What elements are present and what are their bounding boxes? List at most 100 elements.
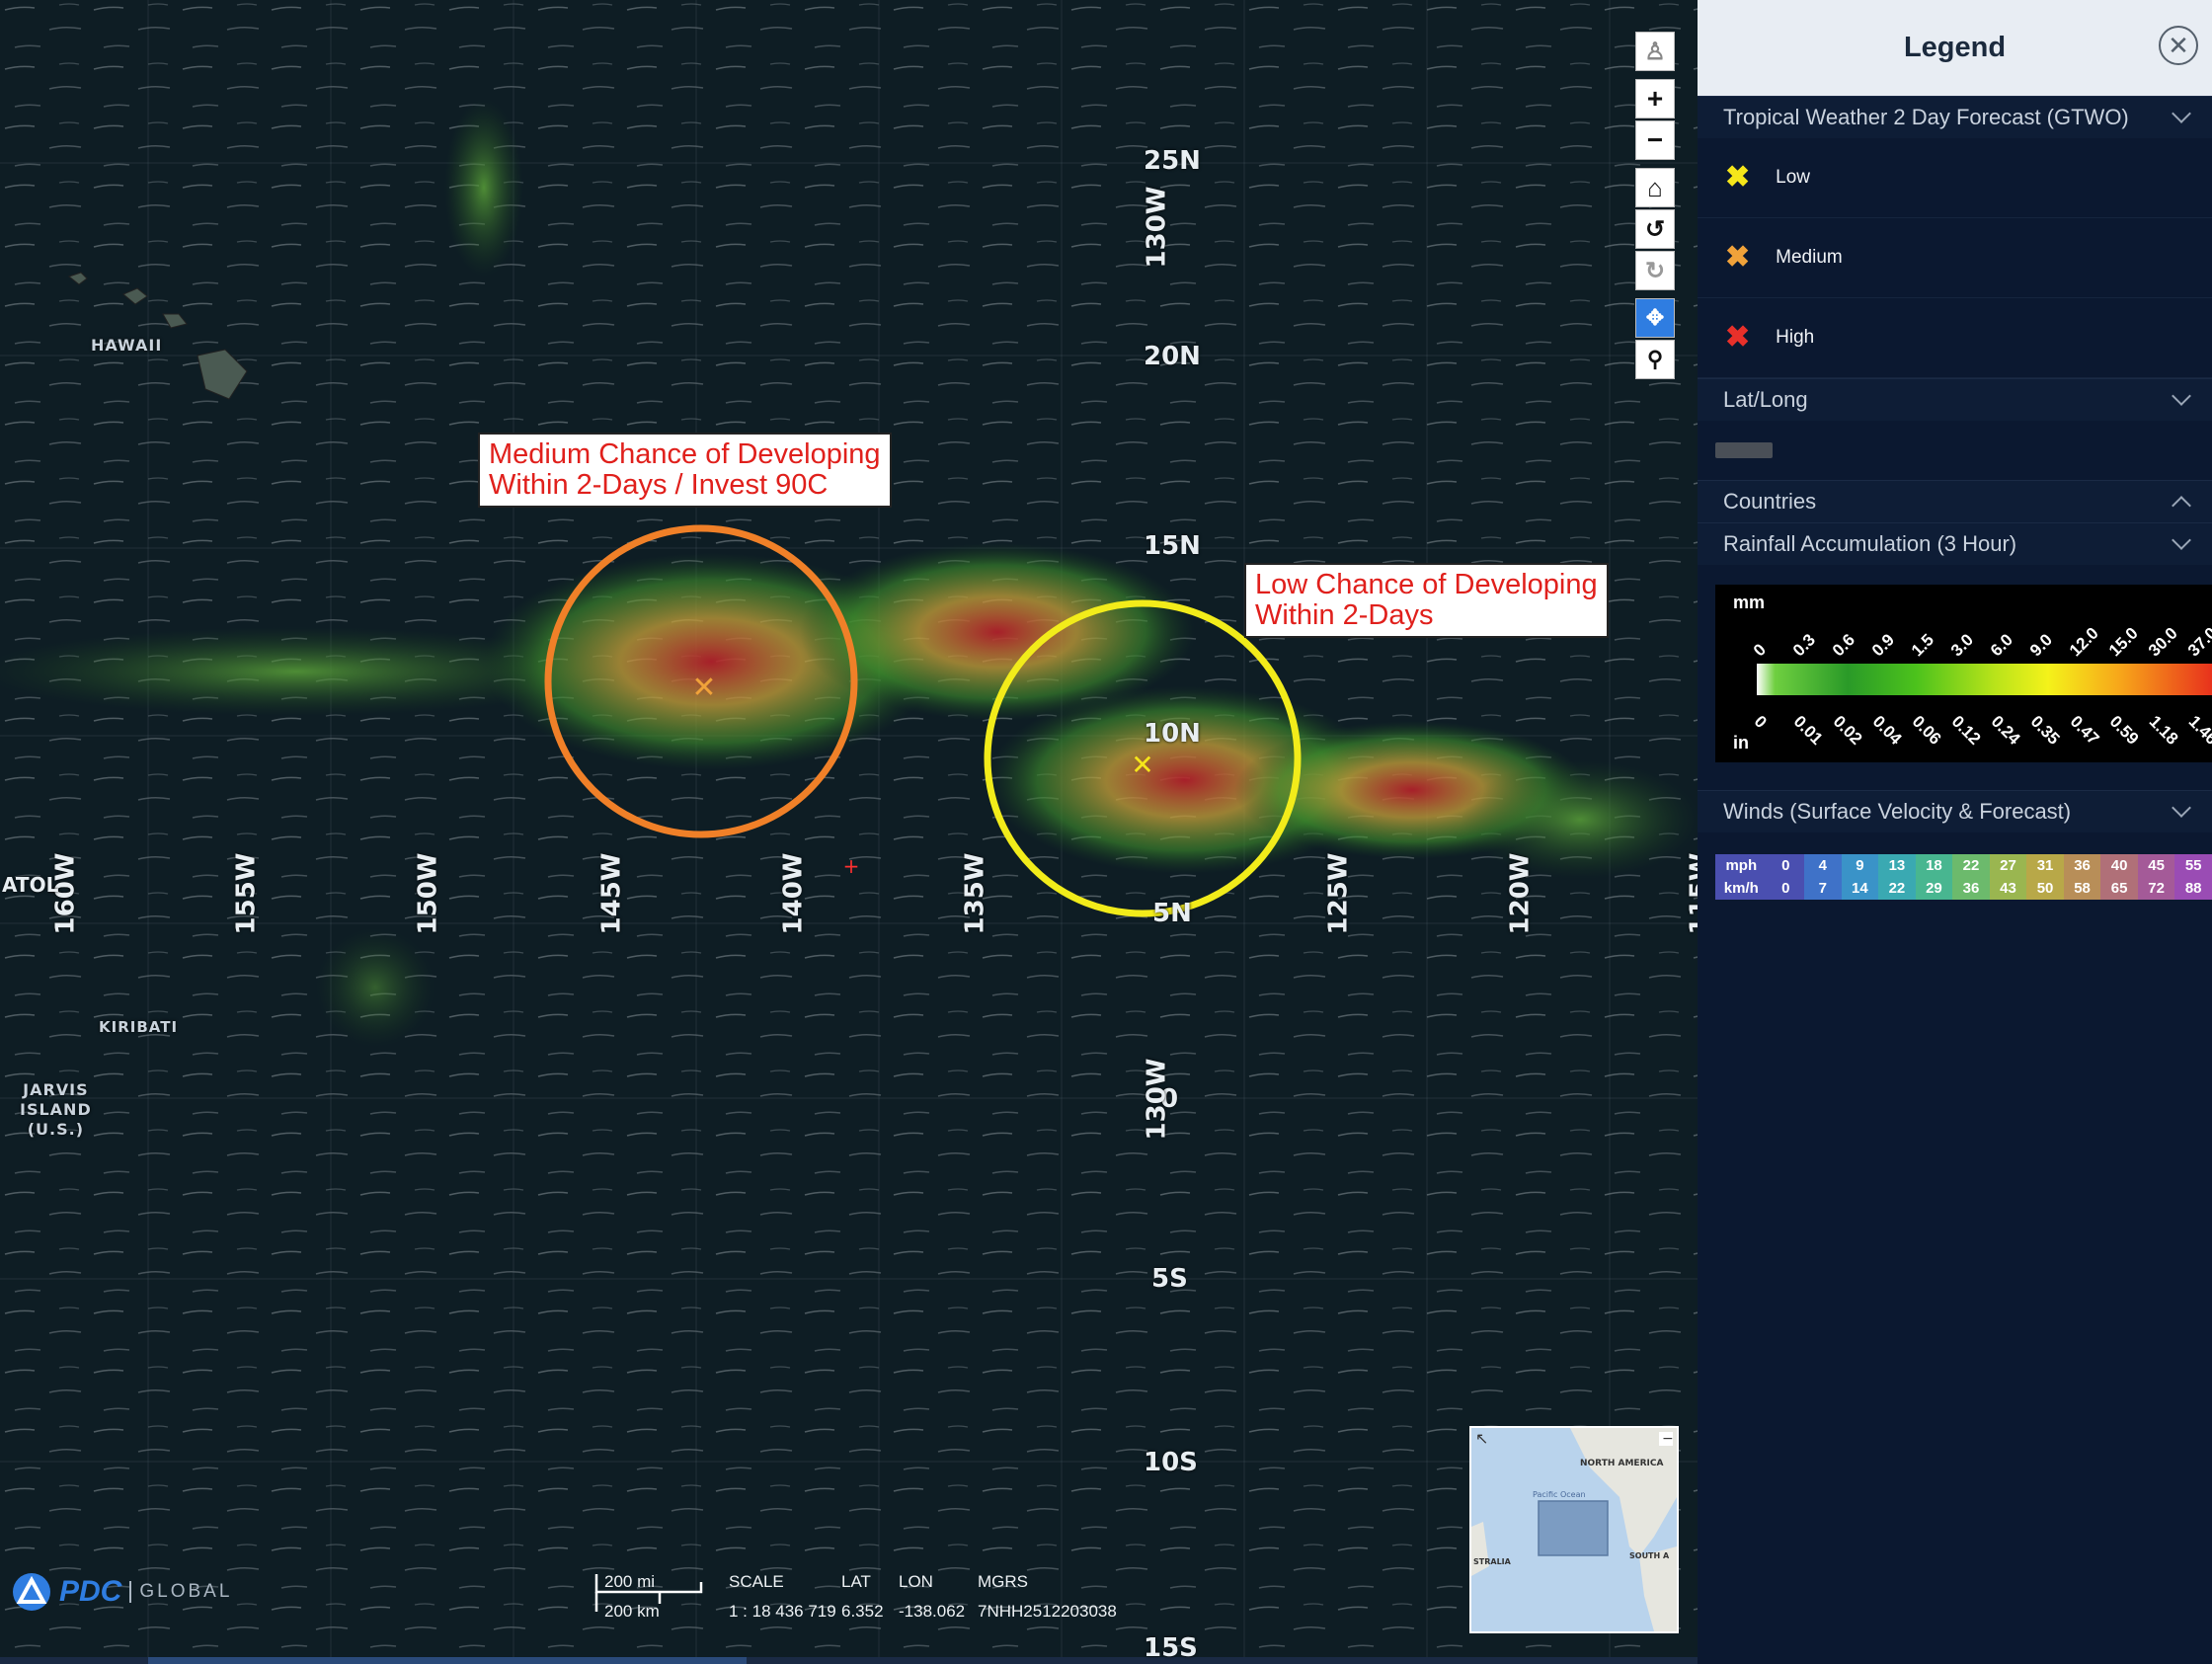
section-gtwo[interactable]: Tropical Weather 2 Day Forecast (GTWO): [1698, 96, 2212, 138]
lon-label-120w: 120W: [1505, 852, 1536, 935]
winds-row-kmh: km/h 0 7 14 22 29 36 43 50 58 65 72 88: [1715, 877, 2212, 900]
lon-label-125w: 125W: [1323, 852, 1354, 935]
legend-item-medium: ✖ Medium: [1698, 218, 2212, 298]
section-latlong-title: Lat/Long: [1723, 387, 1808, 412]
rainfall-mm-tick: 15.0: [2104, 623, 2142, 661]
rainfall-in-tick: 0.24: [1987, 711, 2024, 749]
minimap-minus-icon: −: [1662, 1431, 1674, 1447]
rainfall-in-tick: 0.02: [1829, 711, 1866, 749]
winds-value-cell: 45: [2137, 854, 2175, 877]
rainfall-in-tick: 0.01: [1789, 711, 1827, 749]
minimap-south-america: SOUTH A: [1629, 1551, 1670, 1560]
lon-label-135w: 135W: [960, 852, 990, 935]
section-latlong[interactable]: Lat/Long: [1698, 378, 2212, 421]
lat-label-5s: 5S: [1151, 1264, 1188, 1294]
rainfall-mm-tick: 0.3: [1788, 630, 1820, 661]
lon-label-145w: 145W: [596, 852, 627, 935]
winds-value-cell: 27: [1989, 854, 2027, 877]
lat-title: LAT: [841, 1572, 871, 1591]
map-toolbar: ♙ + − ⌂ ↺ ↻ ✥ ⚲: [1635, 32, 1679, 381]
minimap-graphic: NORTH AMERICA SOUTH A Pacific Ocean STRA…: [1471, 1428, 1677, 1631]
map-background: ✕ ✕ +: [0, 0, 1698, 1664]
rainfall-mm-tick: 0: [1749, 640, 1771, 661]
home-icon[interactable]: ⌂: [1635, 168, 1675, 207]
place-label-jarvis: JARVIS ISLAND (U.S.): [20, 1080, 92, 1139]
cursor-crosshair: +: [843, 854, 860, 878]
section-rainfall[interactable]: Rainfall Accumulation (3 Hour): [1698, 522, 2212, 565]
rainfall-mm-tick: 37.0: [2183, 623, 2212, 661]
legend-header: Legend ✕: [1698, 0, 2212, 96]
minimap-expand-icon: ↖: [1475, 1429, 1488, 1448]
winds-value-cell: 43: [1989, 877, 2027, 900]
minimap-australia: STRALIA: [1473, 1557, 1512, 1566]
chevron-down-icon: [2172, 798, 2191, 818]
map-canvas[interactable]: ✕ ✕ + 25N 20N 15N 10N 5N 0 5S 10S 15S 16…: [0, 0, 1698, 1664]
rainfall-mm-tick: 3.0: [1946, 630, 1978, 661]
rainfall-in-tick: 0.12: [1947, 711, 1985, 749]
chevron-down-icon: [2172, 386, 2191, 406]
winds-value-cell: 22: [1878, 877, 1916, 900]
winds-value-cell: 88: [2174, 877, 2212, 900]
low-x-marker: ✕: [1131, 749, 1153, 781]
rainfall-mm-tick: 12.0: [2065, 623, 2102, 661]
section-winds-title: Winds (Surface Velocity & Forecast): [1723, 799, 2072, 824]
legend-item-label: Medium: [1776, 247, 1843, 268]
winds-value-cell: 36: [1952, 877, 1990, 900]
minimap-north-america: NORTH AMERICA: [1580, 1459, 1663, 1468]
scale-title: SCALE: [729, 1572, 784, 1591]
rainfall-in-tick: 0.04: [1868, 711, 1906, 749]
rotate-left-icon[interactable]: ↺: [1635, 209, 1675, 249]
pdc-triangle-icon: [13, 1573, 50, 1611]
winds-value-cell: 29: [1915, 877, 1953, 900]
legend-item-high: ✖ High: [1698, 298, 2212, 378]
lon-label-130w-top: 130W: [1142, 186, 1172, 269]
chevron-down-icon: [2172, 530, 2191, 550]
lat-label-25n: 25N: [1144, 146, 1201, 176]
rainfall-mm-tick: 0.9: [1867, 630, 1899, 661]
logo-sub: GLOBAL: [129, 1581, 232, 1603]
legend-item-label: High: [1776, 327, 1815, 348]
winds-value-cell: 55: [2174, 854, 2212, 877]
lat-label-10s: 10S: [1144, 1448, 1198, 1477]
rainfall-in-tick: 0.59: [2105, 711, 2143, 749]
lon-label-155w: 155W: [231, 852, 262, 935]
rainfall-mm-tick: 9.0: [2025, 630, 2057, 661]
winds-value-cell: 50: [2026, 877, 2064, 900]
scale-mi-label: 200 mi: [604, 1572, 656, 1591]
lon-label-115w: 115W: [1685, 852, 1698, 935]
scale-km-label: 200 km: [604, 1602, 660, 1621]
winds-value-cell: 72: [2137, 877, 2175, 900]
rainfall-in-tick: 1.46: [2184, 711, 2212, 749]
place-label-hawaii: HAWAII: [91, 336, 163, 355]
rainfall-in-tick: 0.06: [1908, 711, 1945, 749]
section-winds[interactable]: Winds (Surface Velocity & Forecast): [1698, 790, 2212, 832]
section-countries[interactable]: Countries: [1698, 480, 2212, 522]
section-gtwo-title: Tropical Weather 2 Day Forecast (GTWO): [1723, 105, 2129, 129]
winds-value-cell: 13: [1878, 854, 1916, 877]
lon-title: LON: [899, 1572, 933, 1591]
zoom-out-button[interactable]: −: [1635, 120, 1675, 160]
winds-value-cell: 9: [1841, 854, 1879, 877]
winds-value-cell: 31: [2026, 854, 2064, 877]
winds-value-cell: 22: [1952, 854, 1990, 877]
legend-item-low: ✖ Low: [1698, 138, 2212, 218]
rotate-right-icon[interactable]: ↻: [1635, 251, 1675, 290]
pan-icon[interactable]: ✥: [1635, 298, 1675, 338]
lon-value: -138.062: [899, 1602, 966, 1621]
zoom-in-button[interactable]: +: [1635, 79, 1675, 119]
zoom-box-icon[interactable]: ⚲: [1635, 340, 1675, 379]
street-view-icon[interactable]: ♙: [1635, 32, 1675, 71]
lat-label-20n: 20N: [1144, 342, 1201, 371]
chevron-up-icon: [2172, 496, 2191, 515]
rainfall-scale: mm in 0 0.3 0.6 0.9 1.5 3.0 6.0 9.0 12.0 15.0 30.0…: [1715, 585, 2212, 762]
high-x-icon: ✖: [1725, 321, 1751, 354]
rainfall-in-tick: 0: [1750, 711, 1771, 733]
close-icon[interactable]: ✕: [2159, 26, 2198, 65]
mgrs-title: MGRS: [978, 1572, 1028, 1591]
medium-x-icon: ✖: [1725, 241, 1751, 274]
legend-title: Legend: [1903, 32, 2007, 63]
overview-minimap[interactable]: NORTH AMERICA SOUTH A Pacific Ocean STRA…: [1469, 1426, 1679, 1633]
scale-value: 1 : 18 436 719: [729, 1602, 836, 1621]
lat-label-15n: 15N: [1144, 531, 1201, 561]
rainfall-unit-in: in: [1733, 733, 1749, 753]
